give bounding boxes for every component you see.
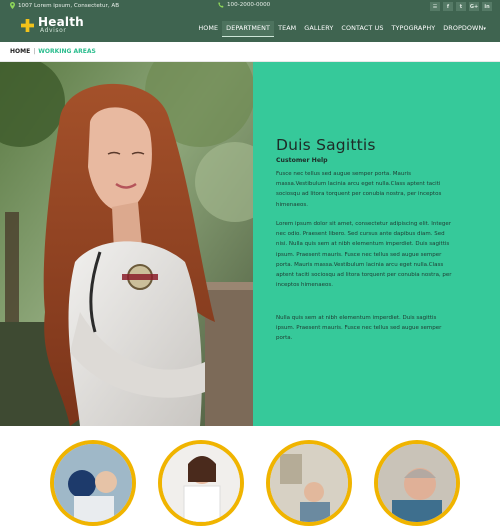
chevron-down-icon: ▾	[483, 26, 486, 32]
breadcrumb-separator: |	[33, 48, 36, 55]
breadcrumb-home[interactable]: HOME	[10, 48, 30, 55]
twitter-icon[interactable]: t	[456, 2, 466, 11]
gallery-strip	[0, 426, 500, 526]
nav-home[interactable]: HOME	[194, 21, 222, 37]
nav-dropdown-label: DROPDOWN	[443, 24, 484, 32]
facebook-icon[interactable]: f	[443, 2, 453, 11]
map-pin-icon	[10, 2, 15, 9]
rss-icon[interactable]: ☰	[430, 2, 440, 11]
google-plus-icon[interactable]: G+	[469, 2, 479, 11]
address-info: 1007 Lorem ipsum, Consectetur, AB	[10, 2, 119, 9]
address-text: 1007 Lorem ipsum, Consectetur, AB	[18, 2, 120, 9]
main-nav: HOME DEPARTMENT TEAM GALLERY CONTACT US …	[194, 21, 490, 37]
top-bar: 1007 Lorem ipsum, Consectetur, AB 100-20…	[0, 0, 500, 14]
department-title: Duis Sagittis	[276, 136, 376, 154]
gallery-image-3[interactable]	[266, 440, 352, 526]
gallery-image-1[interactable]	[50, 440, 136, 526]
social-links: ☰ f t G+ in	[430, 2, 492, 11]
breadcrumb: HOME | WORKING AREAS	[0, 42, 500, 62]
doctor-illustration	[0, 62, 253, 426]
nav-contact-us[interactable]: CONTACT US	[337, 21, 387, 37]
breadcrumb-current: WORKING AREAS	[38, 48, 96, 55]
department-subtitle: Customer Help	[276, 157, 328, 164]
gallery-image-2[interactable]	[158, 440, 244, 526]
linkedin-icon[interactable]: in	[482, 2, 492, 11]
department-info-panel: Duis Sagittis Customer Help Fusce nec te…	[253, 62, 500, 426]
phone-text: 100-2000-0000	[227, 2, 271, 8]
doctor-photo	[0, 62, 253, 426]
paragraph-2: Lorem ipsum dolor sit amet, consectetur …	[276, 221, 452, 289]
nav-typography[interactable]: TYPOGRAPHY	[388, 21, 440, 37]
medical-cross-icon	[21, 18, 34, 32]
site-logo[interactable]: Health Advisor	[21, 16, 84, 34]
nav-department[interactable]: DEPARTMENT	[222, 21, 275, 37]
nav-gallery[interactable]: GALLERY	[300, 21, 337, 37]
paragraph-3: Nulla quis sem at nibh elementum imperdi…	[276, 315, 442, 342]
nav-dropdown[interactable]: DROPDOWN▾	[439, 21, 490, 37]
nav-team[interactable]: TEAM	[274, 21, 300, 37]
paragraph-1: Fusce nec tellus sed augue semper porta.…	[276, 171, 442, 208]
site-header: 1007 Lorem ipsum, Consectetur, AB 100-20…	[0, 0, 500, 42]
phone-info: 100-2000-0000	[218, 2, 270, 8]
gallery-image-4[interactable]	[374, 440, 460, 526]
phone-icon	[218, 2, 224, 8]
